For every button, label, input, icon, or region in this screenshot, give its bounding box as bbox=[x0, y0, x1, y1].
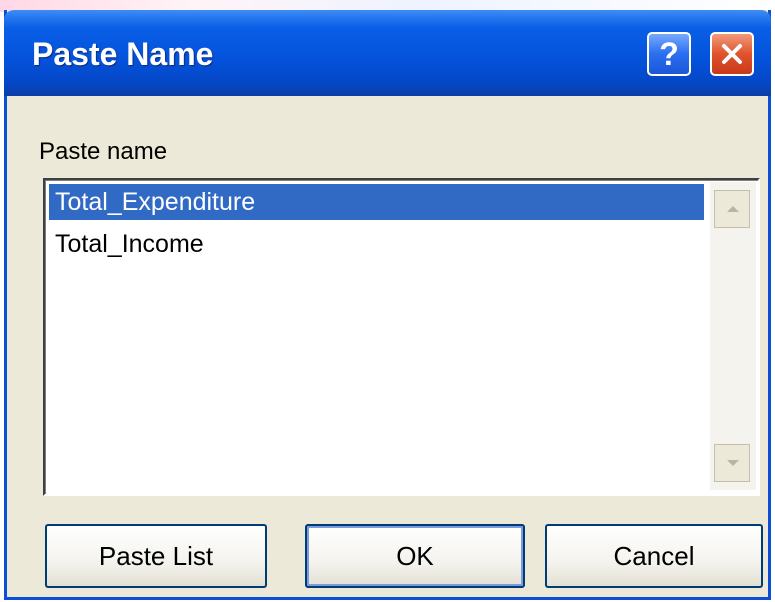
close-icon bbox=[722, 44, 742, 64]
scroll-down-button[interactable] bbox=[714, 444, 750, 482]
chevron-up-icon bbox=[727, 206, 739, 212]
title-bar[interactable]: Paste Name ? bbox=[4, 10, 771, 96]
vertical-scrollbar[interactable] bbox=[710, 182, 756, 490]
help-button[interactable]: ? bbox=[647, 32, 691, 76]
list-item-total-income[interactable]: Total_Income bbox=[49, 226, 704, 262]
chevron-down-icon bbox=[727, 460, 739, 466]
paste-name-label: Paste name bbox=[39, 138, 167, 166]
paste-list-button[interactable]: Paste List bbox=[45, 524, 267, 588]
help-icon: ? bbox=[659, 35, 679, 72]
close-button[interactable] bbox=[710, 32, 754, 76]
cancel-button[interactable]: Cancel bbox=[545, 524, 763, 588]
ok-button[interactable]: OK bbox=[305, 524, 525, 588]
list-item-total-expenditure[interactable]: Total_Expenditure bbox=[49, 184, 704, 220]
names-listbox[interactable]: Total_Expenditure Total_Income bbox=[43, 178, 760, 496]
paste-name-dialog: Paste Name ? Paste name Total_Expenditur… bbox=[4, 10, 771, 600]
dialog-title: Paste Name bbox=[32, 36, 214, 72]
paste-name-label-text: Paste name bbox=[39, 138, 168, 165]
scroll-up-button[interactable] bbox=[714, 190, 750, 228]
